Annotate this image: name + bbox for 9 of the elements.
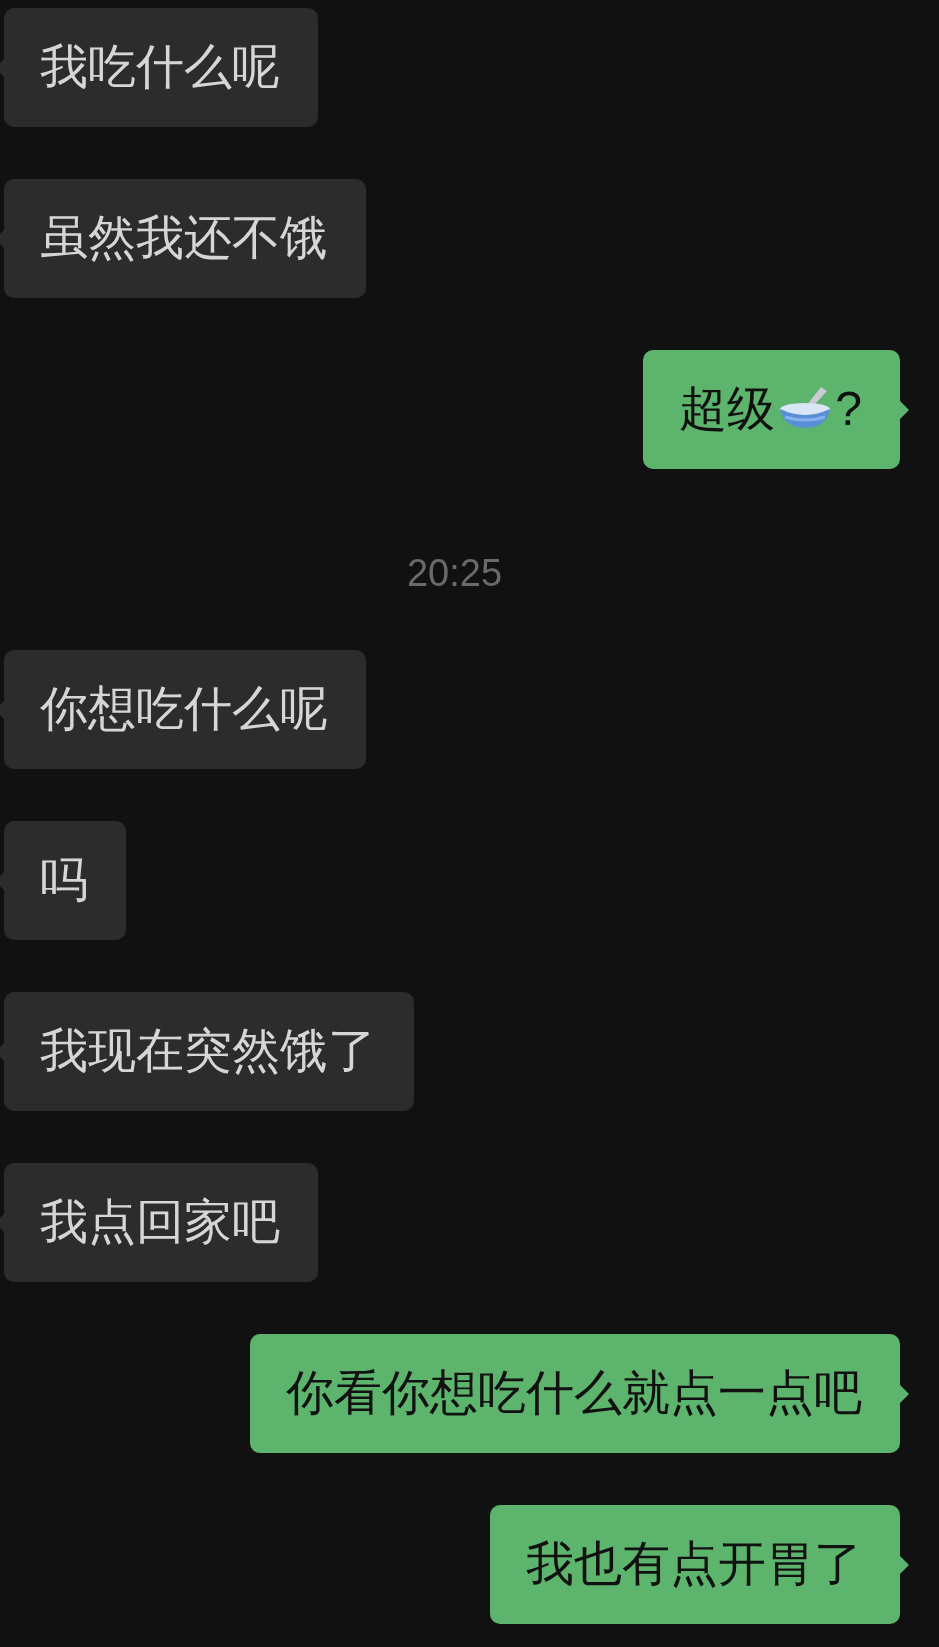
sent-message-bubble: 我也有点开胃了	[490, 1505, 900, 1624]
timestamp: 20:25	[406, 552, 503, 594]
received-message-bubble: 我点回家吧	[4, 1163, 318, 1282]
received-message-bubble: 吗	[4, 821, 126, 940]
received-message-bubble: 虽然我还不饿	[4, 179, 366, 298]
received-message-bubble: 我吃什么呢	[4, 8, 318, 127]
sent-message-bubble: 你看你想吃什么就点一点吧	[250, 1334, 900, 1453]
received-message-bubble: 你想吃什么呢	[4, 650, 366, 769]
received-message-bubble: 我现在突然饿了	[4, 992, 414, 1111]
